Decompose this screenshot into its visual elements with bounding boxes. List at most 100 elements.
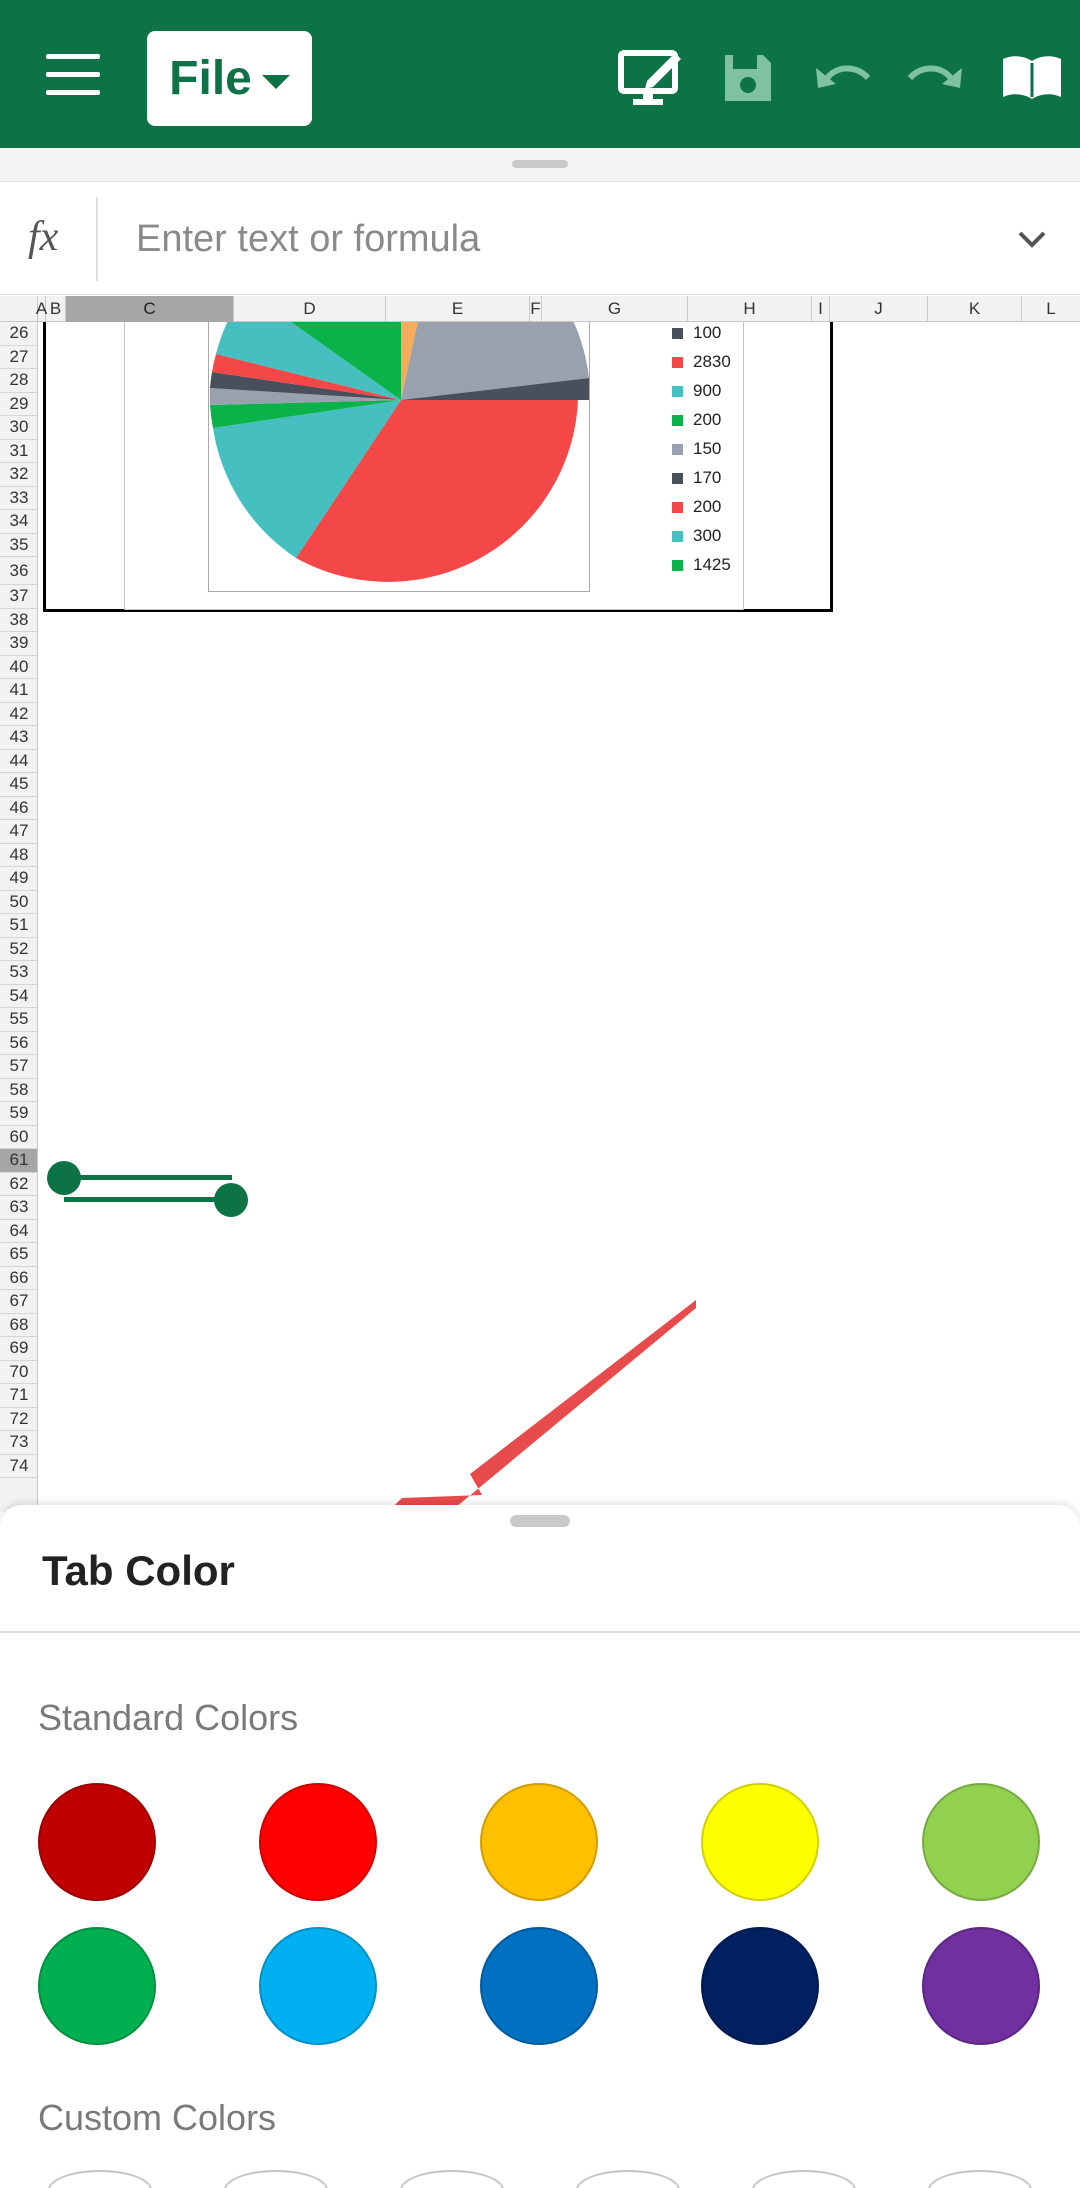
row-header-50[interactable]: 50 — [0, 891, 37, 914]
book-icon[interactable] — [994, 40, 1070, 116]
color-swatch-dark-blue[interactable] — [701, 1927, 819, 2045]
row-header-51[interactable]: 51 — [0, 914, 37, 938]
row-header-43[interactable]: 43 — [0, 726, 37, 750]
menu-icon[interactable] — [40, 50, 106, 100]
legend-item: 300 — [672, 524, 721, 548]
column-header-g[interactable]: G — [542, 296, 688, 322]
color-swatch-orange[interactable] — [480, 1783, 598, 1901]
custom-color-swatch[interactable] — [576, 2170, 680, 2188]
row-header-31[interactable]: 31 — [0, 440, 37, 463]
row-header-27[interactable]: 27 — [0, 346, 37, 369]
row-header-42[interactable]: 42 — [0, 703, 37, 726]
column-header-f[interactable]: F — [530, 296, 542, 322]
row-header: 26 27 28 29 30 31 32 33 34 35 36 37 38 39 40 41 42 43 44 45… — [0, 322, 38, 1512]
row-header-74[interactable]: 74 — [0, 1455, 37, 1478]
column-header-a[interactable]: A — [36, 296, 47, 322]
row-header-55[interactable]: 55 — [0, 1008, 37, 1032]
row-header-70[interactable]: 70 — [0, 1361, 37, 1384]
row-header-61[interactable]: 61 — [0, 1149, 37, 1173]
custom-color-swatch[interactable] — [928, 2170, 1032, 2188]
row-header-48[interactable]: 48 — [0, 844, 37, 867]
selection-end-handle[interactable] — [214, 1183, 248, 1217]
row-header-67[interactable]: 67 — [0, 1290, 37, 1314]
selection-top-border — [64, 1175, 232, 1180]
row-header-68[interactable]: 68 — [0, 1314, 37, 1337]
custom-color-swatch[interactable] — [400, 2170, 504, 2188]
legend-item: 150 — [672, 437, 721, 461]
file-menu-button[interactable]: File — [147, 31, 312, 126]
row-header-57[interactable]: 57 — [0, 1055, 37, 1079]
row-header-46[interactable]: 46 — [0, 797, 37, 820]
row-header-60[interactable]: 60 — [0, 1126, 37, 1149]
row-header-56[interactable]: 56 — [0, 1032, 37, 1055]
row-header-73[interactable]: 73 — [0, 1431, 37, 1455]
chevron-down-icon[interactable] — [1010, 219, 1054, 259]
column-header-c[interactable]: C — [66, 296, 234, 322]
row-header-39[interactable]: 39 — [0, 632, 37, 656]
row-header-52[interactable]: 52 — [0, 938, 37, 961]
column-header-b[interactable]: B — [46, 296, 66, 322]
legend-swatch — [672, 327, 683, 339]
edit-mode-icon[interactable] — [614, 40, 690, 116]
redo-icon[interactable] — [898, 40, 974, 116]
row-header-35[interactable]: 35 — [0, 534, 37, 557]
row-header-37[interactable]: 37 — [0, 585, 37, 609]
formula-input[interactable] — [120, 203, 980, 275]
column-header-i[interactable]: I — [812, 296, 830, 322]
selection-start-handle[interactable] — [47, 1161, 81, 1195]
column-header-k[interactable]: K — [928, 296, 1022, 322]
row-header-26[interactable]: 26 — [0, 322, 37, 346]
column-header-j[interactable]: J — [830, 296, 928, 322]
row-header-36[interactable]: 36 — [0, 557, 37, 585]
legend-swatch — [672, 501, 683, 513]
row-header-63[interactable]: 63 — [0, 1196, 37, 1220]
row-header-59[interactable]: 59 — [0, 1102, 37, 1126]
custom-color-swatch[interactable] — [224, 2170, 328, 2188]
row-header-69[interactable]: 69 — [0, 1337, 37, 1361]
row-header-30[interactable]: 30 — [0, 416, 37, 440]
row-header-45[interactable]: 45 — [0, 773, 37, 797]
column-header-l[interactable]: L — [1022, 296, 1080, 322]
row-header-29[interactable]: 29 — [0, 393, 37, 416]
color-swatch-blue[interactable] — [480, 1927, 598, 2045]
color-swatch-green[interactable] — [38, 1927, 156, 2045]
row-header-58[interactable]: 58 — [0, 1079, 37, 1102]
undo-icon[interactable] — [804, 40, 880, 116]
column-header-h[interactable]: H — [688, 296, 812, 322]
row-header-64[interactable]: 64 — [0, 1220, 37, 1243]
row-header-72[interactable]: 72 — [0, 1408, 37, 1431]
custom-color-swatch[interactable] — [752, 2170, 856, 2188]
color-swatch-red[interactable] — [259, 1783, 377, 1901]
row-header-66[interactable]: 66 — [0, 1267, 37, 1290]
corner-cell[interactable] — [0, 296, 38, 322]
row-header-47[interactable]: 47 — [0, 820, 37, 844]
color-swatch-yellow[interactable] — [701, 1783, 819, 1901]
color-swatch-light-blue[interactable] — [259, 1927, 377, 2045]
row-header-54[interactable]: 54 — [0, 985, 37, 1008]
row-header-28[interactable]: 28 — [0, 369, 37, 393]
column-header: A B C D E F G H I J K L — [0, 296, 1080, 322]
row-header-62[interactable]: 62 — [0, 1173, 37, 1196]
column-header-e[interactable]: E — [386, 296, 530, 322]
row-header-41[interactable]: 41 — [0, 679, 37, 703]
row-header-33[interactable]: 33 — [0, 487, 37, 510]
color-swatch-purple[interactable] — [922, 1927, 1040, 2045]
save-icon[interactable] — [710, 40, 786, 116]
row-header-49[interactable]: 49 — [0, 867, 37, 891]
row-header-34[interactable]: 34 — [0, 510, 37, 534]
row-header-71[interactable]: 71 — [0, 1384, 37, 1408]
custom-color-swatch[interactable] — [48, 2170, 152, 2188]
row-header-40[interactable]: 40 — [0, 656, 37, 679]
row-header-38[interactable]: 38 — [0, 609, 37, 632]
color-swatch-dark-red[interactable] — [38, 1783, 156, 1901]
row-header-44[interactable]: 44 — [0, 750, 37, 773]
row-header-53[interactable]: 53 — [0, 961, 37, 985]
drag-handle[interactable] — [512, 160, 568, 168]
chevron-down-icon — [261, 74, 290, 89]
sheet-drag-handle[interactable] — [510, 1515, 570, 1527]
row-header-32[interactable]: 32 — [0, 463, 37, 487]
row-header-65[interactable]: 65 — [0, 1243, 37, 1267]
fx-icon[interactable]: fx — [28, 213, 58, 261]
color-swatch-light-green[interactable] — [922, 1783, 1040, 1901]
column-header-d[interactable]: D — [234, 296, 386, 322]
